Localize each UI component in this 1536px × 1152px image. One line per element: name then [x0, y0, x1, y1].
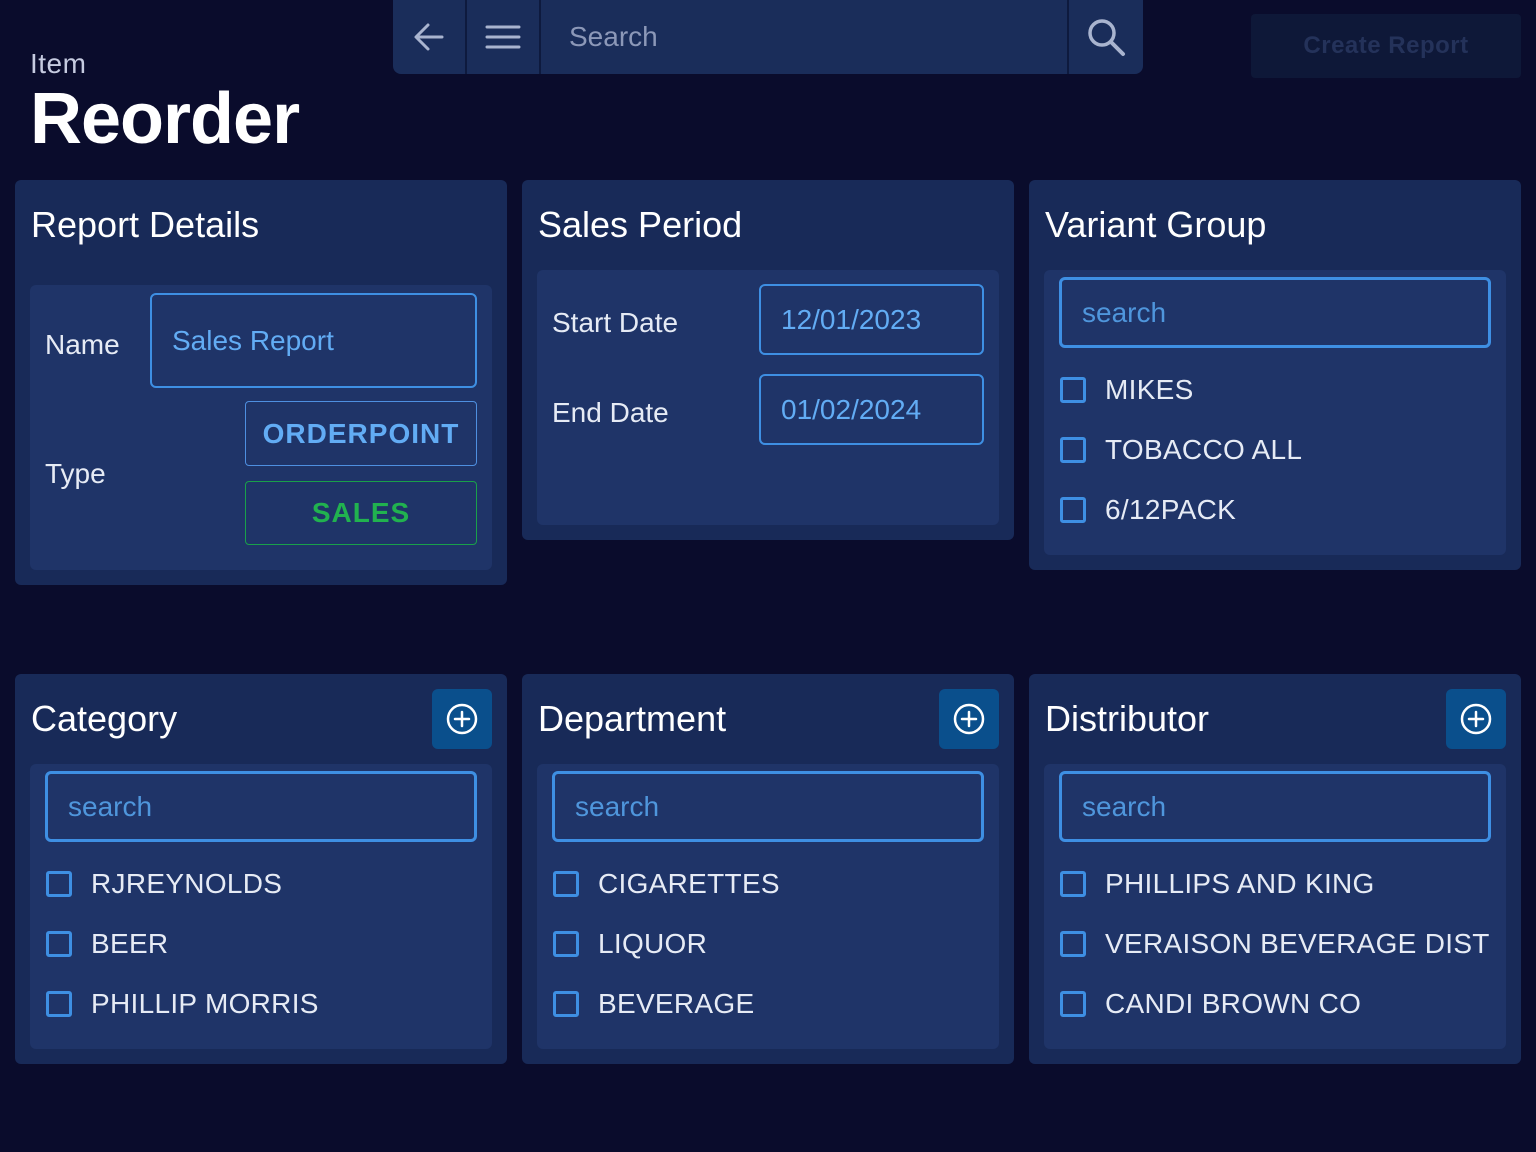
- plus-circle-icon: [953, 703, 985, 735]
- reorder-page: Item Reorder Search Create Report Report…: [0, 0, 1536, 1152]
- checkbox[interactable]: [553, 991, 579, 1017]
- back-button[interactable]: [393, 0, 467, 74]
- checkbox[interactable]: [1060, 497, 1086, 523]
- department-item[interactable]: BEVERAGE: [553, 988, 754, 1020]
- variant-group-item-label: TOBACCO ALL: [1105, 434, 1303, 465]
- distributor-item[interactable]: CANDI BROWN CO: [1060, 988, 1361, 1020]
- variant-group-panel: search MIKES TOBACCO ALL 6/12PACK: [1044, 270, 1506, 555]
- department-item-label: LIQUOR: [598, 928, 708, 959]
- category-search-input[interactable]: search: [45, 771, 477, 842]
- category-item-label: PHILLIP MORRIS: [91, 988, 319, 1019]
- distributor-card: Distributor search PHILLIPS AND KING VER…: [1029, 674, 1521, 1064]
- checkbox[interactable]: [46, 991, 72, 1017]
- department-card: Department search CIGARETTES LIQUOR BEVE…: [522, 674, 1014, 1064]
- department-item-label: CIGARETTES: [598, 868, 780, 899]
- checkbox[interactable]: [1060, 377, 1086, 403]
- end-date-label: End Date: [552, 397, 669, 428]
- department-item[interactable]: LIQUOR: [553, 928, 707, 960]
- create-report-button[interactable]: Create Report: [1251, 14, 1521, 78]
- distributor-item[interactable]: PHILLIPS AND KING: [1060, 868, 1375, 900]
- menu-button[interactable]: [467, 0, 541, 74]
- type-label: Type: [45, 458, 106, 489]
- checkbox[interactable]: [46, 871, 72, 897]
- sales-period-panel: Start Date 12/01/2023 End Date 01/02/202…: [537, 270, 999, 525]
- sales-period-card: Sales Period Start Date 12/01/2023 End D…: [522, 180, 1014, 540]
- department-item[interactable]: CIGARETTES: [553, 868, 780, 900]
- variant-group-card: Variant Group search MIKES TOBACCO ALL 6…: [1029, 180, 1521, 570]
- variant-group-item[interactable]: MIKES: [1060, 374, 1194, 406]
- report-details-title: Report Details: [31, 204, 260, 245]
- arrow-left-icon: [414, 23, 444, 51]
- department-title: Department: [538, 698, 727, 739]
- category-item[interactable]: PHILLIP MORRIS: [46, 988, 319, 1020]
- distributor-item-label: PHILLIPS AND KING: [1105, 868, 1375, 899]
- checkbox[interactable]: [1060, 871, 1086, 897]
- page-title: Reorder: [30, 79, 300, 159]
- category-item[interactable]: RJREYNOLDS: [46, 868, 282, 900]
- department-search-input[interactable]: search: [552, 771, 984, 842]
- variant-group-title: Variant Group: [1045, 204, 1267, 245]
- distributor-panel: search PHILLIPS AND KING VERAISON BEVERA…: [1044, 764, 1506, 1049]
- category-item-label: BEER: [91, 928, 169, 959]
- variant-group-item[interactable]: TOBACCO ALL: [1060, 434, 1302, 466]
- category-card: Category search RJREYNOLDS BEER PHILLIP …: [15, 674, 507, 1064]
- category-item-label: RJREYNOLDS: [91, 868, 283, 899]
- magnifier-icon: [1088, 19, 1125, 56]
- checkbox[interactable]: [553, 871, 579, 897]
- checkbox[interactable]: [1060, 991, 1086, 1017]
- search-button[interactable]: [1069, 0, 1143, 74]
- sales-period-title: Sales Period: [538, 204, 743, 245]
- add-category-button[interactable]: [432, 689, 492, 749]
- variant-group-item-label: 6/12PACK: [1105, 494, 1237, 525]
- distributor-search-input[interactable]: search: [1059, 771, 1491, 842]
- plus-circle-icon: [446, 703, 478, 735]
- report-details-panel: Name Sales Report Type ORDERPOINT SALES: [30, 285, 492, 570]
- category-item[interactable]: BEER: [46, 928, 168, 960]
- variant-group-search-input[interactable]: search: [1059, 277, 1491, 348]
- checkbox[interactable]: [1060, 931, 1086, 957]
- top-toolbar: Search: [393, 0, 1143, 74]
- report-name-field[interactable]: Sales Report: [150, 293, 477, 388]
- variant-group-item-label: MIKES: [1105, 374, 1194, 405]
- add-distributor-button[interactable]: [1446, 689, 1506, 749]
- type-sales-button[interactable]: SALES: [245, 481, 477, 545]
- add-department-button[interactable]: [939, 689, 999, 749]
- department-item-label: BEVERAGE: [598, 988, 755, 1019]
- type-orderpoint-button[interactable]: ORDERPOINT: [245, 401, 477, 466]
- page-subtitle: Item: [30, 48, 87, 79]
- start-date-label: Start Date: [552, 307, 679, 338]
- name-label: Name: [45, 329, 120, 360]
- report-details-card: Report Details Name Sales Report Type OR…: [15, 180, 507, 585]
- hamburger-menu-icon: [485, 25, 521, 49]
- end-date-field[interactable]: 01/02/2024: [759, 374, 984, 445]
- plus-circle-icon: [1460, 703, 1492, 735]
- checkbox[interactable]: [553, 931, 579, 957]
- distributor-item[interactable]: VERAISON BEVERAGE DIST: [1060, 928, 1490, 960]
- variant-group-item[interactable]: 6/12PACK: [1060, 494, 1236, 526]
- category-title: Category: [31, 698, 178, 739]
- category-panel: search RJREYNOLDS BEER PHILLIP MORRIS: [30, 764, 492, 1049]
- start-date-field[interactable]: 12/01/2023: [759, 284, 984, 355]
- checkbox[interactable]: [1060, 437, 1086, 463]
- distributor-item-label: VERAISON BEVERAGE DIST: [1105, 928, 1490, 959]
- department-panel: search CIGARETTES LIQUOR BEVERAGE: [537, 764, 999, 1049]
- checkbox[interactable]: [46, 931, 72, 957]
- distributor-item-label: CANDI BROWN CO: [1105, 988, 1362, 1019]
- distributor-title: Distributor: [1045, 698, 1210, 739]
- global-search-input[interactable]: Search: [541, 0, 1069, 74]
